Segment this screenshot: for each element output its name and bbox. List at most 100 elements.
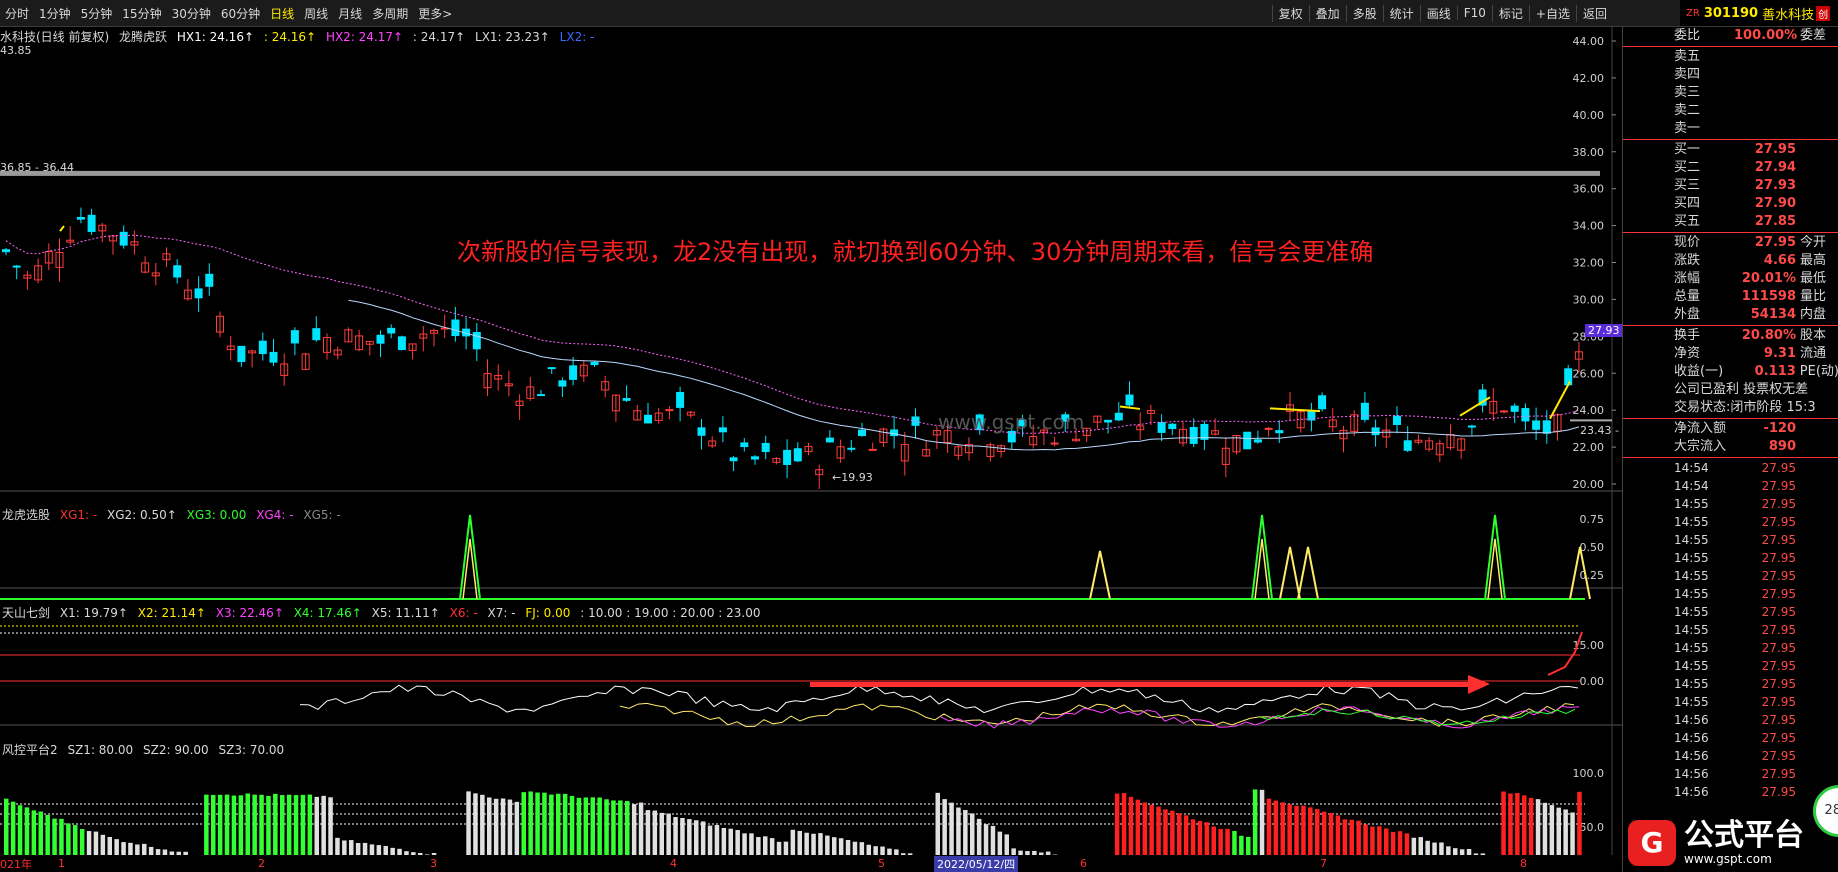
tick-time: 14:55 — [1674, 533, 1709, 547]
quote-row: 涨幅 20.01% 最低 — [1623, 270, 1838, 288]
tick-row: 14:56 27.95 — [1623, 765, 1838, 783]
sz2-value: SZ2: 90.00 — [142, 743, 209, 757]
fund-row: 收益(一) 0.113 PE(动) — [1623, 363, 1838, 381]
buy-price: 27.90 — [1754, 196, 1796, 211]
ts-name[interactable]: 天山七剑 — [2, 606, 50, 620]
tick-price: 27.95 — [1761, 479, 1796, 493]
candle — [2, 249, 10, 253]
tick-price: 27.95 — [1761, 623, 1796, 637]
xg-name[interactable]: 龙虎选股 — [2, 508, 50, 522]
axis-label: 0.50 — [1580, 541, 1605, 554]
period-tab[interactable]: 日线 — [265, 5, 299, 22]
quote-value: 111598 — [1741, 289, 1796, 304]
buy-label: 买一 — [1674, 142, 1701, 157]
tick-row: 14:56 27.95 — [1623, 747, 1838, 765]
tick-row: 14:55 27.95 — [1623, 603, 1838, 621]
fund-label: 换手 — [1674, 328, 1701, 343]
tick-row: 14:55 27.95 — [1623, 567, 1838, 585]
candle — [1125, 394, 1134, 406]
x6-value: X6: - — [449, 606, 478, 620]
buy-list: 买一 27.95 买二 27.94 买三 27.93 买四 27.90 买五 27.85 — [1623, 141, 1838, 231]
period-tab[interactable]: 更多> — [413, 5, 457, 22]
ts-legend: 天山七剑 X1: 19.79↑ X2: 21.14↑ X3: 22.46↑ X4… — [2, 604, 767, 621]
axis-label: 36.00 — [1573, 183, 1605, 196]
tool-button[interactable]: F10 — [1456, 6, 1492, 20]
period-tab[interactable]: 30分钟 — [167, 5, 216, 22]
date-mark: 4 — [670, 857, 677, 870]
fund-value: 0.113 — [1754, 364, 1796, 379]
date-mark: 5 — [878, 857, 885, 870]
tool-button[interactable]: 多股 — [1345, 4, 1383, 22]
buy-label: 买四 — [1674, 196, 1701, 211]
period-tabs: 分时 1分钟 5分钟 15分钟 30分钟 60分钟 日线 周线 月线 多周期 更多> — [0, 0, 457, 26]
tick-time: 14:55 — [1674, 677, 1709, 691]
candle — [847, 447, 856, 450]
stock-name: 善水科技 — [1762, 7, 1815, 23]
hx2-value: HX2: 24.17↑ — [325, 30, 404, 44]
candle — [312, 328, 321, 341]
tick-time: 14:55 — [1674, 641, 1709, 655]
period-tab[interactable]: 60分钟 — [216, 5, 265, 22]
tick-row: 14:55 27.95 — [1623, 675, 1838, 693]
period-tab[interactable]: 周线 — [299, 5, 333, 22]
candle — [194, 288, 203, 299]
period-tab[interactable]: 5分钟 — [76, 5, 118, 22]
board-tag: 创 — [1816, 5, 1831, 21]
tick-row: 14:55 27.95 — [1623, 657, 1838, 675]
period-tab[interactable]: 月线 — [333, 5, 367, 22]
fund-row: 换手 20.80% 股本 — [1623, 327, 1838, 345]
axis-label: 0.75 — [1580, 513, 1605, 526]
trend-arrow-head — [1468, 675, 1490, 694]
candle — [729, 457, 738, 462]
candle — [1403, 440, 1412, 451]
tool-button[interactable]: 叠加 — [1308, 4, 1346, 22]
quote-list: 现价 27.95 今开 涨跌 4.66 最高 涨幅 20.01% 最低 总量 111598 量比 外盘 5… — [1623, 234, 1838, 324]
tick-time: 14:54 — [1674, 479, 1709, 493]
tick-time: 14:55 — [1674, 623, 1709, 637]
fk-name[interactable]: 风控平台2 — [2, 743, 58, 757]
buy-label: 买五 — [1674, 214, 1701, 229]
candle — [1243, 431, 1252, 450]
period-tab[interactable]: 多周期 — [367, 5, 413, 22]
tool-button[interactable]: +自选 — [1528, 4, 1576, 22]
price-tag: 27.93 — [1585, 324, 1623, 337]
tool-button[interactable]: 返回 — [1575, 4, 1613, 22]
tool-button[interactable]: 复权 — [1271, 4, 1309, 22]
period-tab[interactable]: 1分钟 — [34, 5, 76, 22]
status-line-2: 交易状态:闭市阶段 15:3 — [1623, 399, 1838, 417]
fk-legend: 风控平台2 SZ1: 80.00 SZ2: 90.00 SZ3: 70.00 — [2, 741, 290, 758]
x3-value: X3: 22.46↑ — [215, 606, 284, 620]
tick-time: 14:55 — [1674, 659, 1709, 673]
tick-price: 27.95 — [1761, 749, 1796, 763]
x4-value: X4: 17.46↑ — [293, 606, 362, 620]
candle — [1542, 420, 1551, 434]
period-tab[interactable]: 分时 — [0, 5, 34, 22]
candle — [793, 448, 802, 462]
fj-levels: : 10.00 : 19.00 : 20.00 : 23.00 — [580, 606, 761, 620]
tool-button[interactable]: 画线 — [1419, 4, 1457, 22]
tick-row: 14:55 27.95 — [1623, 495, 1838, 513]
candle — [1521, 408, 1530, 422]
candle — [1318, 395, 1327, 410]
sell-row: 卖二 — [1623, 102, 1838, 120]
signal-line — [1459, 396, 1491, 417]
main-legend: 水科技(日线 前复权) 龙腾虎跃 HX1: 24.16↑ : 24.16↑ HX… — [0, 28, 600, 45]
x7-value: X7: - — [487, 606, 516, 620]
quote-row: 涨跌 4.66 最高 — [1623, 252, 1838, 270]
center-watermark: www.gspt.com — [938, 410, 1085, 434]
chart-tools: 复权 叠加 多股 统计 画线 F10 标记 +自选 返回 — [1271, 0, 1613, 26]
signal-line — [1269, 407, 1321, 413]
signal-line — [59, 225, 65, 232]
date-mark: 6 — [1080, 857, 1087, 870]
indicator-name[interactable]: 龙腾虎跃 — [119, 30, 167, 44]
separator — [1623, 232, 1838, 233]
tool-button[interactable]: 标记 — [1491, 4, 1529, 22]
stock-code: 301190 — [1703, 5, 1759, 21]
tick-list[interactable]: 14:54 27.95 14:54 27.95 14:55 27.95 14:55 27.95… — [1623, 459, 1838, 801]
high-note: 43.85 — [0, 44, 32, 57]
chart-area[interactable]: 44.00 42.00 40.00 38.00 36.00 34.00 32.00 30.00… — [0, 27, 1623, 872]
buy-row: 买五 27.85 — [1623, 213, 1838, 231]
tool-button[interactable]: 统计 — [1382, 4, 1420, 22]
date-axis: 021年 2022/05/12/四 1 2 3 4 5 6 7 8 — [0, 855, 1622, 872]
period-tab[interactable]: 15分钟 — [117, 5, 166, 22]
